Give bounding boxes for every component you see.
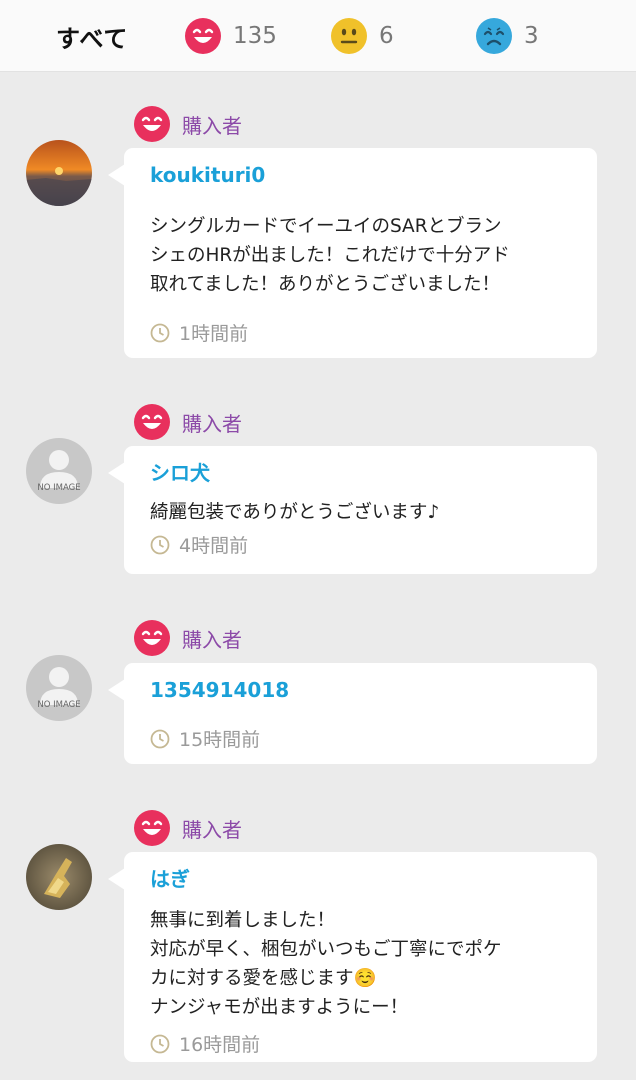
sad-face-icon bbox=[476, 18, 512, 54]
username-link[interactable]: 1354914018 bbox=[150, 677, 571, 703]
username-link[interactable]: koukituri0 bbox=[150, 162, 571, 188]
buyer-label: 購入者 bbox=[182, 627, 242, 652]
clock-icon bbox=[150, 535, 170, 554]
clock-icon bbox=[150, 323, 170, 342]
time-label: 16時間前 bbox=[179, 1034, 261, 1056]
smile-face-icon bbox=[185, 18, 221, 54]
avatar[interactable] bbox=[26, 140, 92, 206]
bad-count: 3 bbox=[524, 23, 539, 49]
review-card: 1354914018 15時間前 bbox=[108, 663, 597, 764]
smile-face-icon bbox=[134, 106, 170, 142]
buyer-label: 購入者 bbox=[182, 817, 242, 842]
review-card: シロ犬 綺麗包装でありがとうございます♪ 4時間前 bbox=[108, 446, 597, 574]
tab-bad[interactable]: 3 bbox=[476, 0, 539, 72]
review-card: はぎ 無事に到着しました！ 対応が早く、梱包がいつもご丁寧にでポケ カに対する愛… bbox=[108, 852, 597, 1062]
no-image-text: NO IMAGE bbox=[37, 700, 80, 710]
buyer-badge: 購入者 bbox=[134, 106, 242, 142]
tab-normal[interactable]: 6 bbox=[331, 0, 394, 72]
buyer-label: 購入者 bbox=[182, 411, 242, 436]
avatar[interactable] bbox=[26, 844, 92, 910]
buyer-badge: 購入者 bbox=[134, 404, 242, 440]
time-label: 15時間前 bbox=[179, 729, 261, 751]
avatar[interactable]: NO IMAGE bbox=[26, 438, 92, 504]
tab-good[interactable]: 135 bbox=[185, 0, 277, 72]
avatar[interactable]: NO IMAGE bbox=[26, 655, 92, 721]
review-card: koukituri0 シングルカードでイーユイのSARとブラン シェのHRが出ま… bbox=[108, 148, 597, 358]
timestamp: 15時間前 bbox=[150, 725, 571, 752]
normal-count: 6 bbox=[379, 23, 394, 49]
review-comment: 綺麗包装でありがとうございます♪ bbox=[150, 502, 440, 523]
tab-all[interactable]: すべて bbox=[56, 0, 128, 72]
time-label: 4時間前 bbox=[179, 535, 249, 557]
buyer-label: 購入者 bbox=[182, 113, 242, 138]
review-comment: 無事に到着しました！ 対応が早く、梱包がいつもご丁寧にでポケ カに対する愛を感じ… bbox=[150, 910, 502, 1018]
buyer-badge: 購入者 bbox=[134, 810, 242, 846]
neutral-face-icon bbox=[331, 18, 367, 54]
timestamp: 4時間前 bbox=[150, 531, 571, 558]
timestamp: 1時間前 bbox=[150, 319, 571, 346]
username-link[interactable]: はぎ bbox=[150, 866, 571, 892]
username-link[interactable]: シロ犬 bbox=[150, 460, 571, 486]
smile-face-icon bbox=[134, 620, 170, 656]
rating-filter-tabs: すべて 135 6 3 bbox=[0, 0, 636, 72]
time-label: 1時間前 bbox=[179, 323, 249, 345]
clock-icon bbox=[150, 1034, 170, 1053]
clock-icon bbox=[150, 729, 170, 748]
good-count: 135 bbox=[233, 23, 277, 49]
review-comment: シングルカードでイーユイのSARとブラン シェのHRが出ました！これだけで十分ア… bbox=[150, 216, 510, 295]
smile-face-icon bbox=[134, 404, 170, 440]
timestamp: 16時間前 bbox=[150, 1030, 571, 1057]
buyer-badge: 購入者 bbox=[134, 620, 242, 656]
smile-face-icon bbox=[134, 810, 170, 846]
no-image-text: NO IMAGE bbox=[37, 483, 80, 493]
